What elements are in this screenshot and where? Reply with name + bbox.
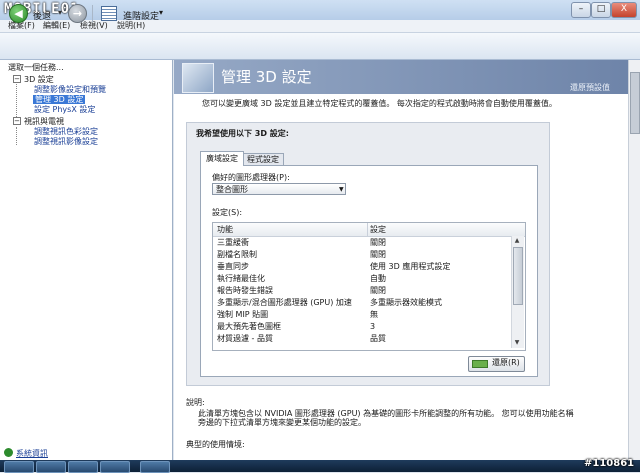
usage-heading: 典型的使用情境: <box>186 440 245 449</box>
description-text: 此清單方塊包含以 NVIDIA 圖形處理器 (GPU) 為基礎的圖形卡所能調整的… <box>198 409 574 427</box>
back-dropdown-icon[interactable]: ▾ <box>58 8 62 17</box>
group-title: 我希望使用以下 3D 設定: <box>196 129 289 138</box>
scroll-up-icon[interactable]: ▲ <box>512 236 522 245</box>
tree-item-image-settings[interactable]: 調整影像設定和預覽 <box>34 85 106 94</box>
table-row[interactable]: 最大預先著色圖框 3 <box>213 321 511 332</box>
forward-button[interactable]: → <box>68 4 87 23</box>
feature-name: 強制 MIP 貼圖 <box>217 310 269 319</box>
tree-category-3d[interactable]: 3D 設定 <box>24 75 54 84</box>
feature-value[interactable]: 關閉 <box>370 285 386 296</box>
gpu-select[interactable]: 整合圖形 <box>212 183 346 195</box>
feature-value[interactable]: 使用 3D 應用程式設定 <box>370 261 450 272</box>
toolbar-divider <box>92 5 93 22</box>
advanced-dropdown-icon[interactable]: ▾ <box>159 8 163 17</box>
system-info-icon[interactable] <box>4 448 13 457</box>
menu-bar: 檔案(F) 編輯(E) 檢視(V) 說明(H) <box>0 20 640 33</box>
description-heading: 說明: <box>186 398 205 407</box>
tree-connector <box>16 127 17 145</box>
title-bar <box>0 0 640 21</box>
table-row[interactable]: 材質過濾 - 品質 品質 <box>213 333 511 344</box>
gpu-label: 偏好的圖形處理器(P): <box>212 173 290 182</box>
advanced-settings-button[interactable]: 進階設定 <box>123 9 159 22</box>
taskbar-item[interactable] <box>36 461 66 473</box>
table-row[interactable]: 報告時發生錯誤 關閉 <box>213 285 511 296</box>
feature-value[interactable]: 3 <box>370 321 375 332</box>
taskbar-item[interactable] <box>140 461 170 473</box>
feature-name: 報告時發生錯誤 <box>217 286 273 295</box>
feature-value[interactable]: 多重顯示器效能模式 <box>370 297 442 308</box>
task-pane-heading: 選取一個任務... <box>8 63 64 72</box>
feature-name: 材質過濾 - 品質 <box>217 334 273 343</box>
feature-value[interactable]: 關閉 <box>370 249 386 260</box>
close-button[interactable]: X <box>611 2 637 18</box>
window-scroll-thumb[interactable] <box>630 72 640 134</box>
maximize-button[interactable]: □ <box>591 2 611 18</box>
collapse-video-icon[interactable]: − <box>13 117 21 125</box>
feature-name: 最大預先著色圖框 <box>217 322 281 331</box>
scroll-thumb[interactable] <box>513 247 523 305</box>
page-description: 您可以變更廣域 3D 設定並且建立特定程式的覆蓋值。 每次指定的程式啟動時將會自… <box>202 99 557 108</box>
tree-category-video[interactable]: 視訊與電視 <box>24 117 64 126</box>
restore-defaults-link[interactable]: 還原預設值 <box>570 82 610 93</box>
tree-item-video-color[interactable]: 調整視訊色彩設定 <box>34 127 98 136</box>
taskbar-item[interactable] <box>68 461 98 473</box>
tree-item-manage-3d[interactable]: 管理 3D 設定 <box>33 95 86 104</box>
tree-item-physx[interactable]: 設定 PhysX 設定 <box>34 105 95 114</box>
feature-name: 執行緒最佳化 <box>217 274 265 283</box>
taskbar-item[interactable] <box>100 461 130 473</box>
toolbar <box>0 33 640 60</box>
settings-label: 設定(S): <box>212 208 243 217</box>
watermark: #110861 <box>584 458 635 469</box>
nvidia-icon <box>472 360 488 368</box>
restore-button-label[interactable]: 還原(R) <box>492 356 520 370</box>
advanced-settings-icon[interactable] <box>101 6 117 21</box>
feature-value[interactable]: 關閉 <box>370 237 386 248</box>
feature-name: 副檔名限制 <box>217 250 257 259</box>
settings-table[interactable]: 功能 設定 三重緩衝 關閉 副檔名限制 關閉 垂直同步 使用 3D 應用程式設定… <box>212 222 526 351</box>
table-row[interactable]: 副檔名限制 關閉 <box>213 249 511 260</box>
chevron-down-icon[interactable]: ▼ <box>339 186 344 193</box>
back-button[interactable]: ◀ <box>9 4 28 23</box>
feature-value[interactable]: 無 <box>370 309 378 320</box>
column-header-feature[interactable]: 功能 <box>213 223 367 237</box>
tree-item-video-image[interactable]: 調整視訊影像設定 <box>34 137 98 146</box>
minimize-button[interactable]: – <box>571 2 591 18</box>
feature-name: 多重顯示/混合圖形處理器 (GPU) 加速 <box>217 298 352 307</box>
tab-global-settings[interactable]: 廣域設定 <box>200 151 244 166</box>
collapse-3d-icon[interactable]: − <box>13 75 21 83</box>
menu-view[interactable]: 檢視(V) <box>80 20 108 32</box>
feature-name: 三重緩衝 <box>217 238 249 247</box>
table-row[interactable]: 三重緩衝 關閉 <box>213 237 511 248</box>
feature-name: 垂直同步 <box>217 262 249 271</box>
feature-value[interactable]: 品質 <box>370 333 386 344</box>
table-row[interactable]: 強制 MIP 貼圖 無 <box>213 309 511 320</box>
table-row[interactable]: 執行緒最佳化 自動 <box>213 273 511 284</box>
page-title: 管理 3D 設定 <box>221 68 312 86</box>
scroll-down-icon[interactable]: ▼ <box>512 338 522 347</box>
table-row[interactable]: 垂直同步 使用 3D 應用程式設定 <box>213 261 511 272</box>
system-info-link[interactable]: 系統資訊 <box>16 448 48 459</box>
3d-settings-icon <box>182 63 214 93</box>
column-header-setting[interactable]: 設定 <box>367 223 525 237</box>
table-row[interactable]: 多重顯示/混合圖形處理器 (GPU) 加速 多重顯示器效能模式 <box>213 297 511 308</box>
taskbar-item[interactable] <box>4 461 34 473</box>
back-label[interactable]: 後退 <box>33 9 51 22</box>
feature-value[interactable]: 自動 <box>370 273 386 284</box>
